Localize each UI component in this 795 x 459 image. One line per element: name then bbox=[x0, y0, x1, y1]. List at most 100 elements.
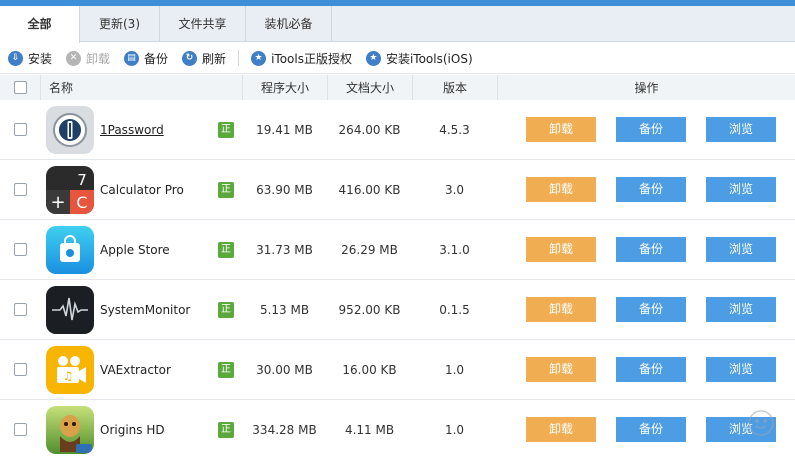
doc-size: 16.00 KB bbox=[342, 363, 397, 377]
row-checkbox[interactable] bbox=[14, 183, 27, 196]
table-row: 7 + C Calculator Pro 正 63.90 MB 416.00 K… bbox=[0, 160, 795, 220]
backup-button[interactable]: 备份 bbox=[616, 237, 686, 262]
app-size: 63.90 MB bbox=[256, 183, 313, 197]
tab-all[interactable]: 全部 bbox=[0, 6, 80, 43]
header-actions: 操作 bbox=[497, 75, 795, 101]
version: 4.5.3 bbox=[439, 123, 470, 137]
browse-button[interactable]: 浏览 bbox=[706, 357, 776, 382]
install-itools-button[interactable]: ★ 安装iTools(iOS) bbox=[365, 50, 473, 67]
uninstall-button[interactable]: 卸载 bbox=[526, 117, 596, 142]
header-doc-size[interactable]: 文档大小 bbox=[327, 75, 412, 101]
svg-text:C: C bbox=[76, 193, 87, 212]
watermark-logo-icon bbox=[747, 409, 775, 437]
browse-button[interactable]: 浏览 bbox=[706, 237, 776, 262]
backup-button[interactable]: 备份 bbox=[616, 117, 686, 142]
version: 3.0 bbox=[444, 183, 465, 197]
backup-button[interactable]: 备份 bbox=[616, 177, 686, 202]
app-name[interactable]: Apple Store bbox=[100, 220, 170, 280]
app-name[interactable]: Origins HD bbox=[100, 400, 165, 459]
uninstall-button[interactable]: 卸载 bbox=[526, 177, 596, 202]
app-size: 5.13 MB bbox=[259, 303, 310, 317]
itools-auth-button[interactable]: ★ iTools正版授权 bbox=[251, 50, 352, 67]
refresh-label: 刷新 bbox=[202, 51, 227, 66]
tab-bar: 全部 更新(3) 文件共享 装机必备 bbox=[0, 6, 795, 43]
uninstall-button[interactable]: 卸载 bbox=[526, 417, 596, 442]
itools-auth-label: iTools正版授权 bbox=[271, 51, 352, 66]
browse-button[interactable]: 浏览 bbox=[706, 177, 776, 202]
svg-text:♫: ♫ bbox=[63, 369, 74, 383]
system-monitor-icon bbox=[46, 286, 94, 334]
origins-hd-icon bbox=[46, 406, 94, 454]
calculator-icon: 7 + C bbox=[46, 166, 94, 214]
uninstall-label: 卸载 bbox=[86, 51, 111, 66]
refresh-button[interactable]: ↻ 刷新 bbox=[182, 50, 226, 67]
browse-button[interactable]: 浏览 bbox=[706, 117, 776, 142]
install-label: 安装 bbox=[28, 51, 53, 66]
star-icon: ★ bbox=[251, 50, 267, 66]
version: 1.0 bbox=[444, 363, 465, 377]
vaextractor-icon: ♫ bbox=[46, 346, 94, 394]
tab-file-sharing[interactable]: 文件共享 bbox=[160, 6, 246, 42]
select-all-checkbox[interactable] bbox=[14, 81, 27, 94]
backup-button[interactable]: 备份 bbox=[616, 417, 686, 442]
backup-icon: ▤ bbox=[124, 50, 140, 66]
table-row: 1Password 正 19.41 MB 264.00 KB 4.5.3 卸载 … bbox=[0, 100, 795, 160]
trash-icon: ✕ bbox=[66, 50, 82, 66]
tab-essentials[interactable]: 装机必备 bbox=[246, 6, 332, 42]
header-version[interactable]: 版本 bbox=[412, 75, 497, 101]
doc-size: 26.29 MB bbox=[341, 243, 398, 257]
table-row: Origins HD 正 334.28 MB 4.11 MB 1.0 卸载 备份… bbox=[0, 400, 795, 459]
table-header: 名称 程序大小 文档大小 版本 操作 bbox=[0, 75, 795, 101]
app-name[interactable]: VAExtractor bbox=[100, 340, 171, 400]
header-app-size[interactable]: 程序大小 bbox=[242, 75, 327, 101]
uninstall-toolbar-button[interactable]: ✕ 卸载 bbox=[66, 50, 110, 67]
row-checkbox[interactable] bbox=[14, 423, 27, 436]
backup-button[interactable]: 备份 bbox=[616, 297, 686, 322]
genuine-badge: 正 bbox=[218, 182, 234, 198]
browse-button[interactable]: 浏览 bbox=[706, 297, 776, 322]
genuine-badge: 正 bbox=[218, 422, 234, 438]
star-icon: ★ bbox=[365, 50, 381, 66]
app-size: 31.73 MB bbox=[256, 243, 313, 257]
app-name[interactable]: SystemMonitor bbox=[100, 280, 190, 340]
row-checkbox[interactable] bbox=[14, 303, 27, 316]
svg-text:7: 7 bbox=[77, 171, 87, 189]
app-name[interactable]: Calculator Pro bbox=[100, 160, 184, 220]
row-checkbox[interactable] bbox=[14, 123, 27, 136]
table-row: Apple Store 正 31.73 MB 26.29 MB 3.1.0 卸载… bbox=[0, 220, 795, 280]
table-row: ♫ VAExtractor 正 30.00 MB 16.00 KB 1.0 卸载… bbox=[0, 340, 795, 400]
tab-updates[interactable]: 更新(3) bbox=[80, 6, 160, 42]
toolbar: ⇩ 安装 ✕ 卸载 ▤ 备份 ↻ 刷新 ★ iTools正版授权 ★ 安装iTo… bbox=[0, 43, 795, 74]
genuine-badge: 正 bbox=[218, 122, 234, 138]
doc-size: 416.00 KB bbox=[338, 183, 401, 197]
header-name[interactable]: 名称 bbox=[40, 75, 242, 101]
version: 3.1.0 bbox=[439, 243, 470, 257]
uninstall-button[interactable]: 卸载 bbox=[526, 237, 596, 262]
backup-button[interactable]: 备份 bbox=[616, 357, 686, 382]
app-size: 30.00 MB bbox=[256, 363, 313, 377]
apple-store-icon bbox=[46, 226, 94, 274]
svg-text:+: + bbox=[50, 192, 65, 213]
backup-toolbar-button[interactable]: ▤ 备份 bbox=[124, 50, 168, 67]
genuine-badge: 正 bbox=[218, 302, 234, 318]
app-name[interactable]: 1Password bbox=[100, 100, 164, 160]
doc-size: 952.00 KB bbox=[338, 303, 401, 317]
refresh-icon: ↻ bbox=[182, 50, 198, 66]
uninstall-button[interactable]: 卸载 bbox=[526, 297, 596, 322]
doc-size: 4.11 MB bbox=[344, 423, 395, 437]
1password-icon bbox=[46, 106, 94, 154]
doc-size: 264.00 KB bbox=[338, 123, 401, 137]
install-button[interactable]: ⇩ 安装 bbox=[8, 50, 52, 67]
row-checkbox[interactable] bbox=[14, 243, 27, 256]
genuine-badge: 正 bbox=[218, 242, 234, 258]
app-size: 334.28 MB bbox=[252, 423, 317, 437]
genuine-badge: 正 bbox=[218, 362, 234, 378]
table-row: SystemMonitor 正 5.13 MB 952.00 KB 0.1.5 … bbox=[0, 280, 795, 340]
version: 1.0 bbox=[444, 423, 465, 437]
install-icon: ⇩ bbox=[8, 50, 23, 66]
row-checkbox[interactable] bbox=[14, 363, 27, 376]
install-itools-label: 安装iTools(iOS) bbox=[385, 51, 473, 66]
uninstall-button[interactable]: 卸载 bbox=[526, 357, 596, 382]
toolbar-divider bbox=[238, 50, 240, 66]
backup-label: 备份 bbox=[144, 51, 169, 66]
